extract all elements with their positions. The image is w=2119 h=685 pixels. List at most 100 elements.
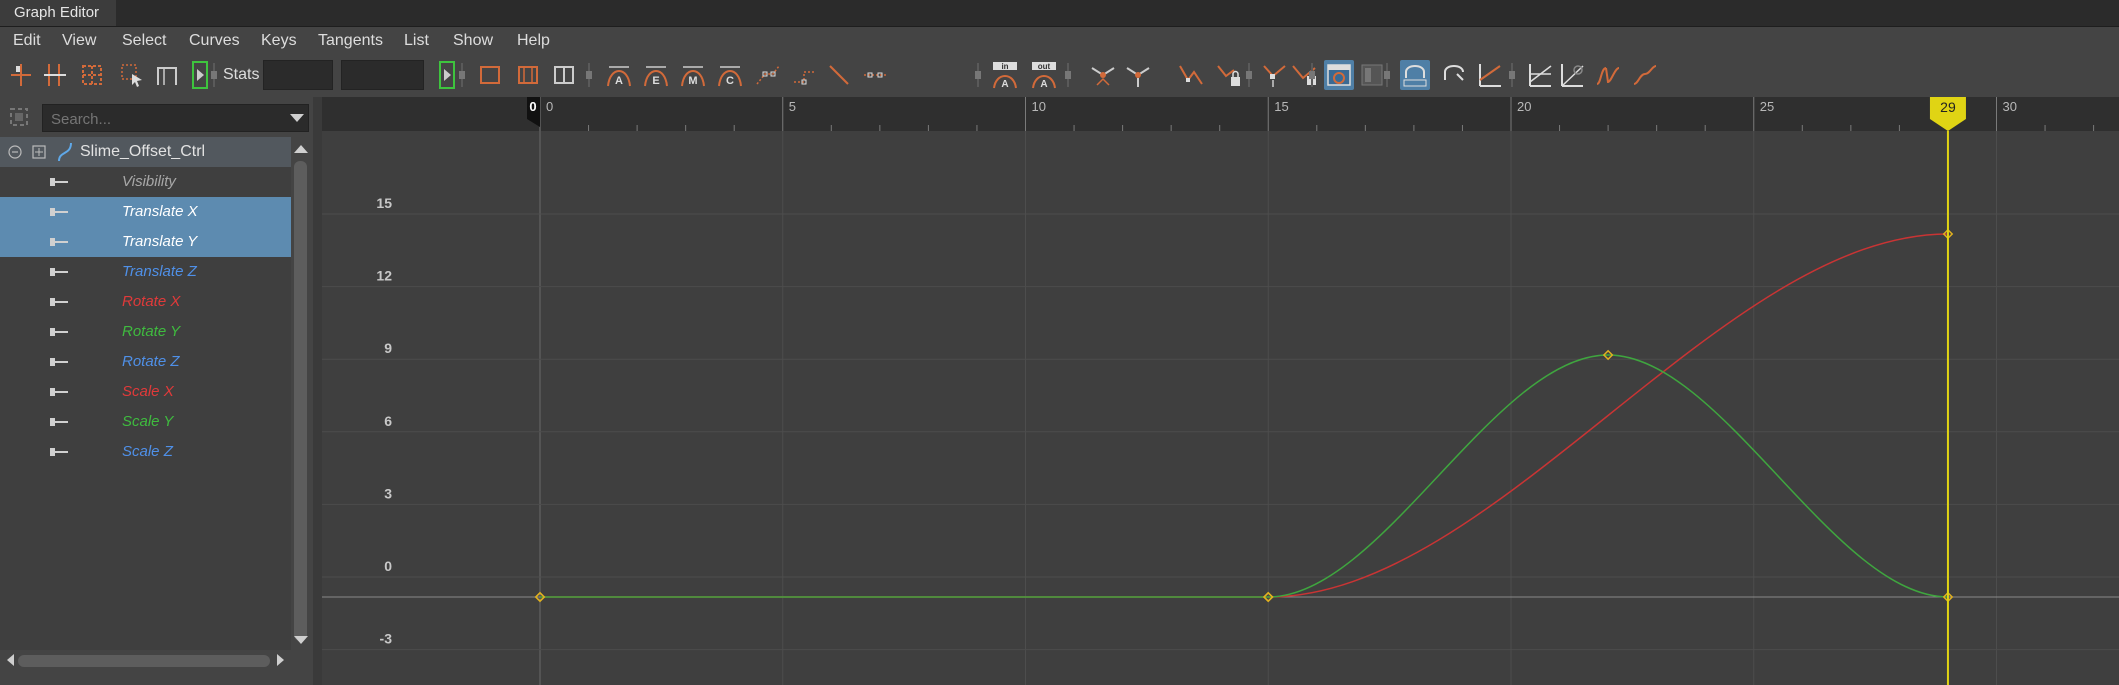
graph-view[interactable]: 0 5 10 15 20 25 30 15 12 9 6 3 0 -3 0 29 — [322, 97, 2119, 685]
hscrollbar-thumb[interactable] — [18, 655, 270, 667]
attribute-label: Scale Z — [122, 443, 173, 460]
menu-tangents[interactable]: Tangents — [318, 27, 383, 55]
menu-edit[interactable]: Edit — [13, 27, 41, 55]
scroll-left-icon[interactable] — [4, 651, 16, 671]
time-tick-label: 30 — [2003, 99, 2017, 114]
stats-field-value[interactable] — [341, 60, 424, 90]
collapse-icon[interactable] — [8, 145, 22, 159]
toolbar-separator[interactable] — [975, 63, 981, 87]
attribute-label: Rotate Z — [122, 353, 180, 370]
menu-curves[interactable]: Curves — [189, 27, 240, 55]
pre-infinity-offset-icon[interactable] — [1557, 60, 1587, 90]
attribute-label: Scale X — [122, 383, 174, 400]
menu-select[interactable]: Select — [122, 27, 166, 55]
clamped-tangent-icon[interactable]: M — [678, 60, 708, 90]
toolbar-separator[interactable] — [1309, 63, 1315, 87]
menu-show[interactable]: Show — [453, 27, 493, 55]
lock-tangent-weight-icon[interactable] — [1214, 60, 1244, 90]
key-channel-icon — [50, 298, 68, 306]
frame-playback-icon[interactable] — [513, 60, 543, 90]
toolbar-separator[interactable] — [1384, 63, 1390, 87]
svg-text:E: E — [652, 75, 659, 87]
attribute-row[interactable]: Visibility — [0, 167, 291, 197]
attribute-row[interactable]: Translate X — [0, 197, 291, 227]
plateau-tangent-icon[interactable] — [860, 60, 890, 90]
value-tick-label: 6 — [384, 413, 392, 429]
attribute-label: Translate X — [122, 203, 198, 220]
snapshot-icon[interactable] — [1324, 60, 1354, 90]
out-tangent-icon[interactable]: out A — [1029, 60, 1059, 90]
post-infinity-cycle-icon[interactable] — [1593, 60, 1623, 90]
post-infinity-offset-icon[interactable] — [1630, 60, 1660, 90]
lattice-deform-icon[interactable] — [77, 60, 107, 90]
stacked-view-icon[interactable] — [1475, 60, 1505, 90]
search-input[interactable] — [43, 105, 283, 133]
time-ruler — [322, 97, 2119, 131]
toolbar-separator[interactable] — [211, 63, 217, 87]
key-channel-icon — [50, 178, 68, 186]
time-snap-icon[interactable] — [152, 60, 182, 90]
attribute-row[interactable]: Rotate X — [0, 287, 291, 317]
time-tick-label: 25 — [1760, 99, 1774, 114]
auto-tangent-icon[interactable]: A — [604, 60, 634, 90]
in-tangent-icon[interactable]: in A — [990, 60, 1020, 90]
toolbar-separator[interactable] — [586, 63, 592, 87]
unify-tangents-icon[interactable] — [1123, 60, 1153, 90]
play-range-stats-icon[interactable] — [432, 60, 462, 90]
toolbar-separator[interactable] — [1246, 63, 1252, 87]
menu-help[interactable]: Help — [517, 27, 550, 55]
window-title[interactable]: Graph Editor — [0, 0, 116, 26]
region-select-icon[interactable] — [117, 60, 147, 90]
scroll-down-icon[interactable] — [291, 633, 311, 647]
search-field[interactable] — [42, 104, 309, 133]
toolbar-separator[interactable] — [1065, 63, 1071, 87]
outliner-vertical-scrollbar[interactable] — [291, 137, 311, 647]
step-tangent-icon[interactable] — [790, 60, 820, 90]
panel-splitter[interactable] — [313, 97, 322, 685]
stats-label: Stats — [223, 66, 260, 83]
menu-keys[interactable]: Keys — [261, 27, 297, 55]
graph-canvas[interactable]: 0 5 10 15 20 25 3015129630-30 29 — [322, 97, 2119, 685]
denormalize-icon[interactable] — [1439, 60, 1469, 90]
retime-tool-icon[interactable] — [1357, 60, 1387, 90]
linear-tangent-icon[interactable]: C — [715, 60, 745, 90]
attribute-row[interactable]: Scale X — [0, 377, 291, 407]
attribute-row[interactable]: Scale Z — [0, 437, 291, 467]
attribute-row[interactable]: Rotate Y — [0, 317, 291, 347]
stats-field-time[interactable] — [263, 60, 333, 90]
scrollbar-thumb[interactable] — [294, 161, 307, 641]
spline-tangent-icon[interactable]: E — [641, 60, 671, 90]
menu-view[interactable]: View — [62, 27, 96, 55]
normalize-icon[interactable] — [1400, 60, 1430, 90]
step-next-tangent-icon[interactable] — [824, 60, 854, 90]
filter-icon[interactable] — [8, 106, 30, 128]
move-nearest-key-icon[interactable] — [6, 60, 36, 90]
attribute-row[interactable]: Translate Z — [0, 257, 291, 287]
attribute-row[interactable]: Scale Y — [0, 407, 291, 437]
svg-text:out: out — [1038, 62, 1051, 71]
node-row[interactable]: Slime_Offset_Ctrl — [0, 137, 291, 167]
flat-tangent-icon[interactable] — [753, 60, 783, 90]
value-tick-label: -3 — [380, 631, 393, 647]
scroll-right-icon[interactable] — [275, 651, 287, 671]
value-tick-label: 3 — [384, 485, 392, 501]
key-channel-icon — [50, 268, 68, 276]
break-tangents-icon[interactable] — [1088, 60, 1118, 90]
pre-infinity-cycle-icon[interactable] — [1525, 60, 1555, 90]
attribute-row[interactable]: Rotate Z — [0, 347, 291, 377]
frame-all-icon[interactable] — [475, 60, 505, 90]
menu-list[interactable]: List — [404, 27, 429, 55]
buffer-curve-icon[interactable] — [1261, 60, 1291, 90]
free-tangent-weight-icon[interactable] — [1176, 60, 1206, 90]
toolbar-separator[interactable] — [1509, 63, 1515, 87]
key-channel-icon — [50, 418, 68, 426]
center-current-time-icon[interactable] — [549, 60, 579, 90]
outliner-horizontal-scrollbar[interactable] — [0, 650, 291, 672]
attribute-label: Visibility — [122, 173, 176, 190]
attribute-row[interactable]: Translate Y — [0, 227, 291, 257]
search-dropdown-icon[interactable] — [290, 114, 304, 122]
attribute-tree: Slime_Offset_Ctrl Visibility Translate X T… — [0, 137, 291, 657]
scroll-up-icon[interactable] — [291, 141, 311, 155]
expand-all-icon[interactable] — [32, 145, 46, 159]
insert-key-icon[interactable] — [40, 60, 70, 90]
